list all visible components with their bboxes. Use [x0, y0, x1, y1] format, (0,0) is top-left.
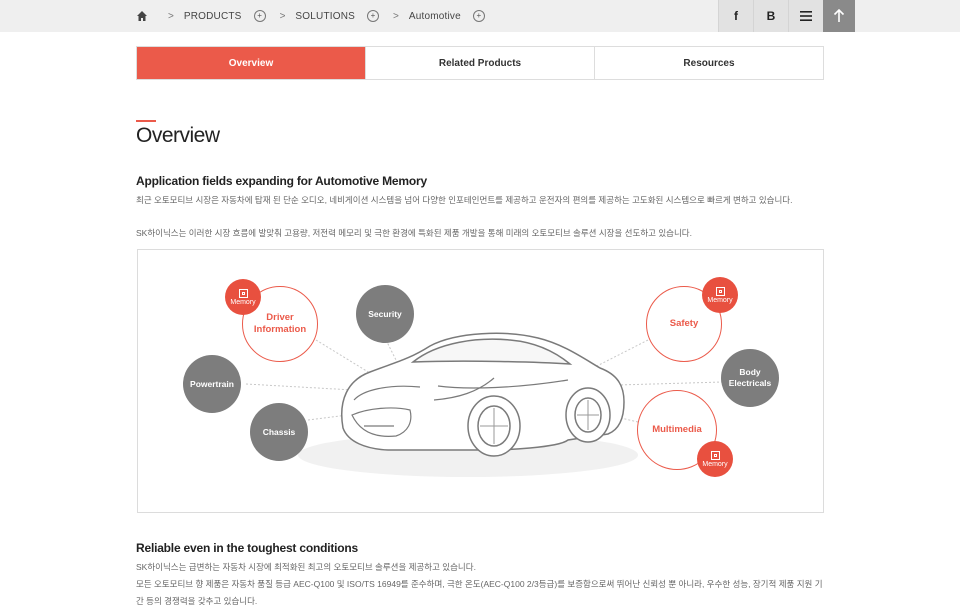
- breadcrumb-separator: >: [279, 10, 286, 22]
- memory-badge: Memory: [702, 277, 738, 313]
- breadcrumb-automotive[interactable]: Automotive: [409, 11, 461, 22]
- tab-overview[interactable]: Overview: [137, 47, 366, 79]
- top-bar: > PRODUCTS + > SOLUTIONS + > Automotive …: [0, 0, 960, 32]
- tab-related-products[interactable]: Related Products: [366, 47, 595, 79]
- memory-badge-label: Memory: [707, 296, 733, 304]
- facebook-button[interactable]: f: [718, 0, 753, 32]
- expand-automotive-icon[interactable]: +: [472, 10, 485, 22]
- memory-badge: Memory: [225, 279, 261, 315]
- title-accent-line: [136, 120, 156, 122]
- automotive-applications-diagram: Driver Information Memory Security Powert…: [137, 249, 824, 513]
- section-heading-reliability: Reliable even in the toughest conditions: [136, 541, 359, 555]
- memory-badge-label: Memory: [702, 460, 728, 468]
- chassis-bubble: Chassis: [250, 403, 308, 461]
- chip-icon: [710, 450, 720, 460]
- scroll-top-button[interactable]: [823, 0, 855, 32]
- breadcrumb-separator: >: [168, 10, 174, 22]
- expand-solutions-icon[interactable]: +: [367, 10, 379, 22]
- section-paragraph: 모든 오토모티브 향 제품은 자동차 품질 등급 AEC-Q100 및 ISO/…: [136, 579, 823, 606]
- breadcrumb-products[interactable]: PRODUCTS: [184, 11, 242, 22]
- memory-badge-label: Memory: [230, 298, 256, 306]
- menu-button[interactable]: [788, 0, 823, 32]
- section-paragraph: SK하이닉스는 급변하는 자동차 시장에 최적화된 최고의 오토모티브 솔루션을…: [136, 562, 476, 572]
- security-bubble: Security: [356, 285, 414, 343]
- chip-icon: [238, 288, 248, 298]
- section-heading-applications: Application fields expanding for Automot…: [136, 174, 427, 188]
- section-paragraph: 최근 오토모티브 시장은 자동차에 탑재 된 단순 오디오, 네비게이션 시스템…: [136, 195, 793, 205]
- powertrain-bubble: Powertrain: [183, 355, 241, 413]
- section-paragraph: SK하이닉스는 이러한 시장 흐름에 발맞춰 고용량, 저전력 메모리 및 극한…: [136, 228, 692, 238]
- chip-icon: [715, 286, 725, 296]
- breadcrumb: > PRODUCTS + > SOLUTIONS + > Automotive …: [136, 0, 485, 32]
- menu-icon: [800, 11, 812, 21]
- arrow-up-icon: [833, 9, 845, 22]
- expand-products-icon[interactable]: +: [253, 10, 266, 22]
- breadcrumb-solutions[interactable]: SOLUTIONS: [295, 11, 355, 22]
- breadcrumb-separator: >: [393, 10, 399, 22]
- memory-badge: Memory: [697, 441, 733, 477]
- section-tabs: Overview Related Products Resources: [136, 46, 824, 80]
- blog-button[interactable]: B: [753, 0, 788, 32]
- share-toolbar: f B: [718, 0, 855, 32]
- page-title: Overview: [136, 124, 220, 147]
- home-icon[interactable]: [136, 10, 148, 22]
- tab-resources[interactable]: Resources: [595, 47, 823, 79]
- body-electricals-bubble: Body Electricals: [721, 349, 779, 407]
